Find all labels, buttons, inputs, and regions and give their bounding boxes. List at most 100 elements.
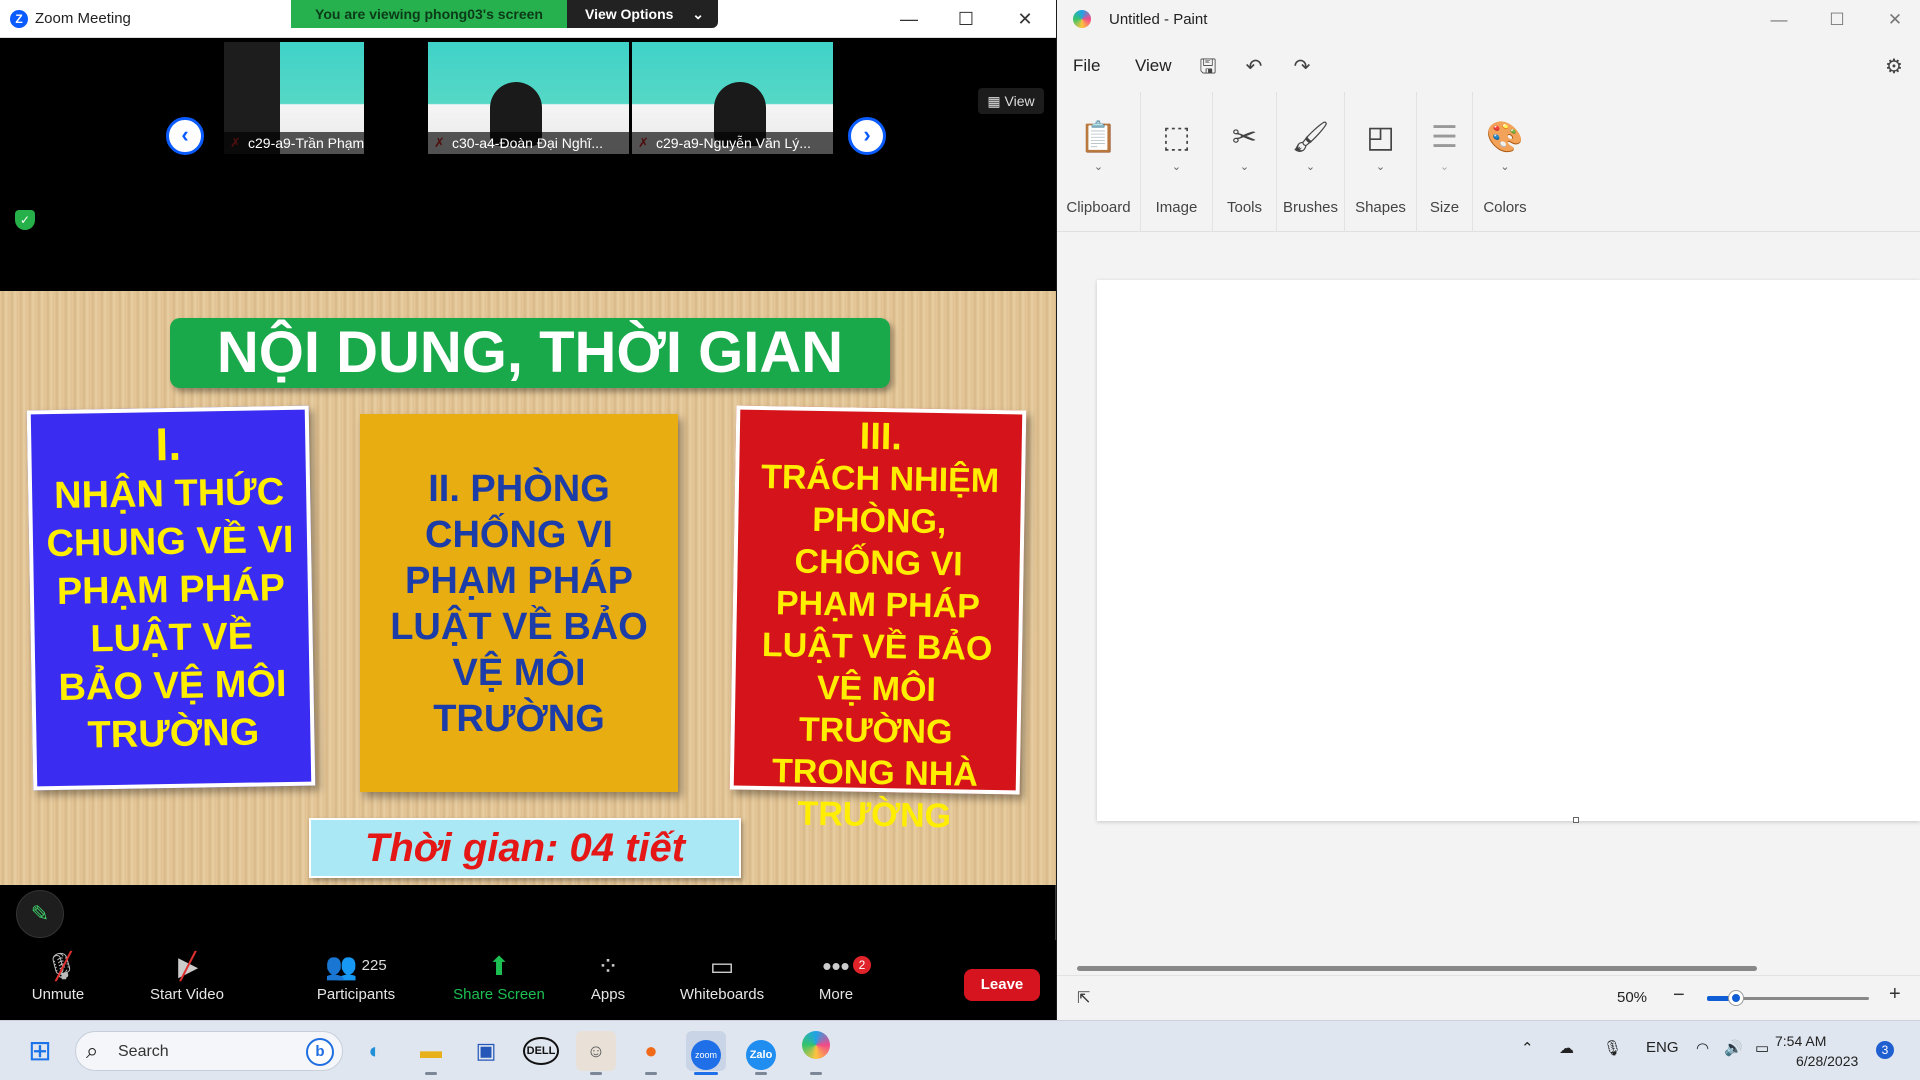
brush-icon: 🖌	[1291, 121, 1330, 154]
canvas-resize-handle[interactable]	[1573, 817, 1579, 823]
bing-icon[interactable]: b	[306, 1038, 334, 1066]
zoom-in-button[interactable]: +	[1889, 983, 1901, 1006]
tools-group[interactable]: ✂ ⌄ Tools	[1213, 92, 1277, 232]
zoom-slider-thumb[interactable]	[1729, 991, 1744, 1005]
video-strip: ‹ ✗ c29-a9-Trần Phạm Kha... ✗ c30-a4-Đoà…	[0, 38, 1056, 291]
brushes-group[interactable]: 🖌 ⌄ Brushes	[1277, 92, 1345, 232]
shapes-group[interactable]: ◰ ⌄ Shapes	[1345, 92, 1417, 232]
view-layout-button[interactable]: ▦ View	[978, 88, 1044, 114]
firefox-icon[interactable]: ●	[631, 1031, 671, 1071]
more-label: More	[818, 986, 854, 1003]
shapes-label: Shapes	[1355, 199, 1406, 216]
zoom-window-title: Zoom Meeting	[35, 10, 131, 27]
video-thumbnail[interactable]: ✗ c30-a4-Đoàn Đại Nghĩ...	[428, 42, 629, 154]
paint-logo-icon	[802, 1031, 830, 1059]
video-off-icon: ▶╱	[178, 951, 199, 981]
slide-time-label: Thời gian: 04 tiết	[309, 818, 741, 878]
volume-icon[interactable]: 🔊	[1724, 1039, 1743, 1057]
clipboard-group[interactable]: 📋 ⌄ Clipboard	[1057, 92, 1141, 232]
chevron-down-icon: ⌄	[1439, 161, 1450, 173]
security-shield-icon[interactable]: ✓	[15, 210, 35, 230]
redo-icon[interactable]: ↷	[1285, 52, 1319, 82]
video-thumbnail[interactable]: ✗ c29-a9-Trần Phạm Kha...	[224, 42, 364, 154]
next-page-arrow-icon[interactable]: ›	[848, 117, 886, 155]
battery-icon[interactable]: ▭	[1755, 1039, 1769, 1057]
view-options-label: View Options	[585, 6, 674, 22]
more-notification-badge: 2	[853, 956, 871, 974]
paint-close-button[interactable]: ✕	[1875, 8, 1915, 32]
onedrive-cloud-icon[interactable]: ☁	[1559, 1039, 1574, 1057]
app-game-icon[interactable]: ☺	[576, 1031, 616, 1071]
zoom-logo-icon: Z	[10, 10, 28, 28]
start-windows-icon[interactable]: ⊞	[20, 1031, 60, 1071]
previous-page-arrow-icon[interactable]: ‹	[166, 117, 204, 155]
whiteboards-label: Whiteboards	[679, 986, 765, 1003]
brushes-label: Brushes	[1282, 199, 1339, 216]
zoom-level[interactable]: 50%	[1617, 989, 1647, 1006]
file-menu[interactable]: File	[1073, 56, 1100, 76]
size-group[interactable]: ☰ ⌄ Size	[1417, 92, 1473, 232]
slide-card-3: III. TRÁCH NHIỆM PHÒNG, CHỐNG VI PHẠM PH…	[729, 405, 1027, 835]
clipboard-label: Clipboard	[1066, 199, 1131, 216]
paint-taskbar-icon[interactable]	[796, 1031, 836, 1071]
video-thumbnail[interactable]: ✗ c29-a9-Nguyễn Văn Lý...	[632, 42, 833, 154]
meeting-toolbar: 🎙╱ Unmute ⌃ ▶╱ Start Video ⌃ 👥 225 Partic…	[0, 940, 1056, 1020]
zalo-label: Zalo	[746, 1040, 776, 1070]
paint-title-bar: Untitled - Paint — ☐ ✕	[1057, 0, 1920, 40]
save-icon[interactable]: 🖫	[1191, 52, 1225, 82]
view-button-label: View	[1004, 93, 1035, 109]
view-options-button[interactable]: View Options ⌄	[567, 0, 718, 28]
minimize-button[interactable]: —	[894, 6, 924, 32]
card-number: I.	[155, 417, 182, 471]
more-button[interactable]: ••• More	[806, 940, 866, 1020]
maximize-button[interactable]: ☐	[951, 6, 981, 32]
drawing-canvas[interactable]	[1097, 280, 1920, 821]
microsoft-store-icon[interactable]: ▣	[466, 1031, 506, 1071]
zoom-out-button[interactable]: −	[1673, 984, 1685, 1007]
colors-group[interactable]: 🎨 ⌄ Colors	[1473, 92, 1537, 232]
dell-icon[interactable]: DELL	[521, 1031, 561, 1071]
apps-button[interactable]: ⁘ Apps	[578, 940, 638, 1020]
participants-button[interactable]: 👥 225 Participants	[306, 940, 406, 1020]
notification-badge[interactable]: 3	[1876, 1041, 1894, 1059]
view-menu[interactable]: View	[1135, 56, 1172, 76]
share-screen-icon: ⬆	[488, 951, 510, 981]
size-lines-icon: ☰	[1431, 121, 1458, 154]
paint-maximize-button[interactable]: ☐	[1817, 8, 1857, 32]
zalo-icon[interactable]: Zalo	[741, 1031, 781, 1071]
file-explorer-icon[interactable]: ▬	[411, 1031, 451, 1071]
start-video-button[interactable]: ▶╱ Start Video	[132, 940, 242, 1020]
language-indicator[interactable]: ENG	[1646, 1039, 1679, 1056]
running-indicator	[755, 1072, 767, 1075]
wifi-icon[interactable]: ◠	[1696, 1039, 1709, 1057]
shared-screen-slide: NỘI DUNG, THỜI GIAN I. NHẬN THỨC CHUNG V…	[0, 291, 1056, 885]
whiteboards-button[interactable]: ▭ Whiteboards	[670, 940, 774, 1020]
mic-muted-icon: 🎙╱	[44, 951, 78, 981]
participants-count: 225	[361, 957, 387, 974]
close-button[interactable]: ✕	[1010, 6, 1040, 32]
image-label: Image	[1155, 199, 1198, 216]
leave-button[interactable]: Leave	[964, 969, 1040, 1001]
clock-date[interactable]: 6/28/2023	[1796, 1053, 1858, 1069]
microphone-icon[interactable]: 🎙	[1603, 1039, 1622, 1057]
chevron-down-icon: ⌄	[1093, 161, 1104, 173]
image-group[interactable]: ⬚ ⌄ Image	[1141, 92, 1213, 232]
zoom-slider[interactable]	[1707, 991, 1869, 1005]
settings-icon[interactable]: ⚙	[1877, 52, 1911, 82]
clock-time[interactable]: 7:54 AM	[1775, 1033, 1826, 1049]
chevron-down-icon: ⌄	[1239, 161, 1250, 173]
running-indicator	[425, 1072, 437, 1075]
taskbar-search[interactable]: ⌕ Search b	[75, 1031, 343, 1071]
zoom-taskbar-icon[interactable]: zoom	[686, 1031, 726, 1071]
search-label: Search	[118, 1043, 169, 1060]
undo-icon[interactable]: ↶	[1237, 52, 1271, 82]
show-hidden-icons-chevron-icon[interactable]: ⌃	[1521, 1039, 1534, 1057]
paint-minimize-button[interactable]: —	[1759, 8, 1799, 32]
unmute-button[interactable]: 🎙╱ Unmute	[18, 940, 98, 1020]
running-indicator	[645, 1072, 657, 1075]
edge-browser-icon[interactable]: ◐	[355, 1031, 395, 1071]
share-screen-button[interactable]: ⬆ Share Screen	[444, 940, 554, 1020]
horizontal-scrollbar[interactable]	[1077, 966, 1757, 971]
cursor-position-icon: ⇱	[1077, 990, 1091, 1007]
annotate-pencil-icon[interactable]: ✎	[16, 890, 64, 938]
